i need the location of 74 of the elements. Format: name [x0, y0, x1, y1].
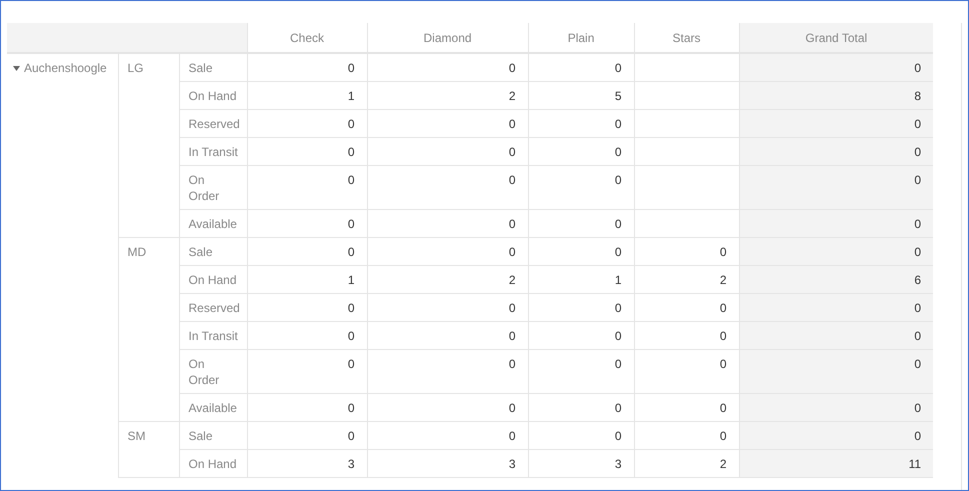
table-cell: 0 [739, 238, 934, 266]
table-cell: 0 [247, 166, 368, 210]
table-cell: 0 [247, 350, 368, 394]
table-cell: 0 [247, 110, 368, 138]
table-cell: 0 [528, 210, 634, 238]
table-cell: 0 [739, 110, 934, 138]
table-cell: 0 [247, 394, 368, 422]
table-cell: 0 [739, 350, 934, 394]
table-cell: 0 [367, 422, 528, 450]
table-cell: 0 [528, 53, 634, 82]
table-cell: 11 [739, 450, 934, 478]
table-cell: 3 [367, 450, 528, 478]
table-cell: 0 [739, 394, 934, 422]
table-cell: 0 [367, 110, 528, 138]
column-header: Grand Total [739, 23, 934, 53]
table-cell: 0 [528, 110, 634, 138]
table-cell: 3 [528, 450, 634, 478]
table-cell: 0 [739, 138, 934, 166]
table-cell: 0 [634, 394, 740, 422]
table-cell: 0 [367, 322, 528, 350]
table-cell: 2 [634, 266, 740, 294]
table-cell: 0 [739, 53, 934, 82]
table-cell: 0 [634, 322, 740, 350]
row-subgroup-label: MD [118, 238, 179, 422]
table-cell: 0 [739, 294, 934, 322]
table-cell: 0 [528, 350, 634, 394]
row-subgroup-label: LG [118, 53, 179, 238]
table-cell: 2 [634, 450, 740, 478]
table-cell: 0 [367, 394, 528, 422]
table-cell: 0 [367, 138, 528, 166]
table-cell: 0 [367, 350, 528, 394]
caret-icon[interactable] [13, 66, 20, 70]
table-cell: 0 [528, 394, 634, 422]
table-cell: 0 [528, 138, 634, 166]
table-cell: 1 [247, 266, 368, 294]
table-cell: 1 [247, 82, 368, 110]
table-cell: 0 [528, 322, 634, 350]
table-cell: 0 [528, 238, 634, 266]
table-cell: 8 [739, 82, 934, 110]
column-header: Diamond [367, 23, 528, 53]
table-cell: 3 [247, 450, 368, 478]
table-cell: 2 [367, 82, 528, 110]
table-cell: 0 [367, 294, 528, 322]
table-cell: 0 [367, 210, 528, 238]
table-cell: 0 [247, 322, 368, 350]
table-cell: 0 [528, 166, 634, 210]
table-cell: 0 [634, 422, 740, 450]
row-subgroup-label: SM [118, 422, 179, 478]
table-cell: 0 [634, 294, 740, 322]
table-cell: 0 [247, 238, 368, 266]
table-cell: 0 [247, 210, 368, 238]
table-cell: 0 [634, 238, 740, 266]
table-cell: 1 [528, 266, 634, 294]
table-cell: 0 [739, 210, 934, 238]
table-cell: 0 [634, 350, 740, 394]
column-header: Check [247, 23, 368, 53]
table-cell: 6 [739, 266, 934, 294]
column-header: Stars [634, 23, 740, 53]
table-cell: 0 [528, 294, 634, 322]
table-cell: 0 [367, 166, 528, 210]
table-cell: 0 [247, 294, 368, 322]
table-cell: 0 [247, 138, 368, 166]
table-cell: 0 [367, 53, 528, 82]
table-cell: 5 [528, 82, 634, 110]
table-cell: 0 [367, 238, 528, 266]
table-cell: 0 [247, 53, 368, 82]
table-cell: 0 [739, 166, 934, 210]
table-cell: 0 [739, 322, 934, 350]
table-cell: 0 [739, 422, 934, 450]
table-cell: 0 [247, 422, 368, 450]
table-cell: 0 [528, 422, 634, 450]
table-cell: 2 [367, 266, 528, 294]
column-header: Plain [528, 23, 634, 53]
row-group-label: Auchenshoogle [24, 60, 107, 76]
